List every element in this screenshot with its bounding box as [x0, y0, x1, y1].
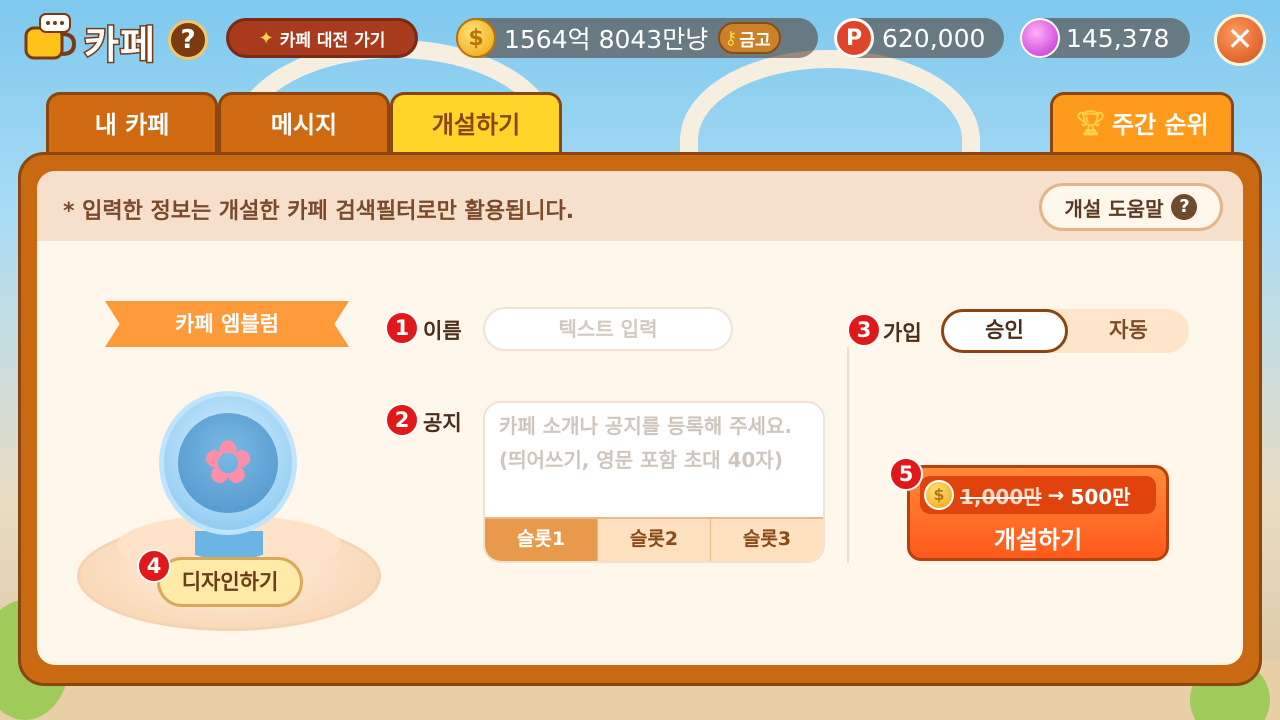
help-button[interactable]: ? [168, 20, 208, 60]
weekly-ranking-label: 주간 순위 [1111, 111, 1209, 139]
cafe-battle-label: 카페 대전 가기 [279, 30, 386, 51]
medal-icon: ✦ [258, 27, 274, 49]
step-badge-4: 4 [137, 549, 171, 583]
close-button[interactable]: ✕ [1214, 14, 1266, 66]
panel-content: * 입력한 정보는 개설한 카페 검색필터로만 활용됩니다. 개설 도움말 ? … [37, 171, 1243, 665]
arrow-right-icon: → [1047, 483, 1065, 507]
points-amount: 620,000 [882, 23, 986, 53]
notice-placeholder: 카페 소개나 공지를 등록해 주세요. (띄어쓰기, 영문 포함 초대 40자) [499, 414, 793, 472]
info-bar: * 입력한 정보는 개설한 카페 검색필터로만 활용됩니다. 개설 도움말 ? [37, 171, 1243, 241]
gold-coin-icon: $ [924, 480, 954, 510]
new-price: 500만 [1070, 484, 1131, 509]
question-icon: ? [1171, 194, 1198, 220]
gold-coin-icon: $ [456, 18, 496, 58]
slot-1-tab[interactable]: 슬롯1 [485, 517, 597, 561]
slot-2-tab[interactable]: 슬롯2 [597, 517, 710, 561]
step-badge-2: 2 [385, 403, 419, 437]
step-badge-3: 3 [847, 313, 881, 347]
emblem-core: ✿ [178, 413, 278, 513]
join-approval-option[interactable]: 승인 [941, 309, 1068, 353]
cafe-name-input[interactable]: 텍스트 입력 [483, 307, 733, 351]
step-badge-5: 5 [889, 457, 923, 491]
vault-label: 금고 [739, 30, 771, 51]
notice-slots: 슬롯1 슬롯2 슬롯3 [485, 517, 823, 561]
create-cafe-panel: * 입력한 정보는 개설한 카페 검색필터로만 활용됩니다. 개설 도움말 ? … [18, 152, 1262, 686]
join-auto-option[interactable]: 자동 [1068, 309, 1189, 353]
section-divider [847, 347, 849, 563]
notice-label: 공지 [423, 411, 462, 435]
step-badge-1: 1 [385, 311, 419, 345]
join-label: 가입 [883, 321, 922, 345]
name-label: 이름 [423, 319, 462, 343]
create-cafe-label: 개설하기 [993, 526, 1083, 554]
emblem-title: 카페 엠블럼 [105, 301, 349, 347]
create-cafe-button[interactable]: $ 1,000만 → 500만 개설하기 [907, 465, 1169, 561]
page-title: 카페 [83, 22, 157, 69]
vault-button[interactable]: ⚷ 금고 [718, 22, 781, 54]
price-row: $ 1,000만 → 500만 [920, 476, 1156, 514]
gold-amount: 1564억 8043만냥 [504, 25, 709, 54]
points-currency: P 620,000 [834, 18, 1004, 58]
key-icon: ⚷ [724, 27, 738, 49]
tab-messages[interactable]: 메시지 [218, 92, 390, 154]
creation-guide-button[interactable]: 개설 도움말 ? [1039, 183, 1223, 231]
tab-weekly-ranking[interactable]: 🏆︎ 주간 순위 [1050, 92, 1234, 154]
points-p-icon: P [834, 18, 874, 58]
cafe-battle-button[interactable]: ✦ 카페 대전 가기 [226, 18, 418, 58]
creation-guide-label: 개설 도움말 [1064, 196, 1164, 221]
trophy-icon: 🏆︎ [1075, 108, 1106, 137]
tab-my-cafe[interactable]: 내 카페 [46, 92, 218, 154]
top-bar: 카페 ? ✦ 카페 대전 가기 $ 1564억 8043만냥 ⚷ 금고 P 62… [0, 0, 1280, 76]
cafe-cup-icon [24, 13, 77, 60]
gem-icon [1020, 18, 1060, 58]
gems-amount: 145,378 [1066, 23, 1170, 53]
gold-currency: $ 1564억 8043만냥 ⚷ 금고 [456, 18, 818, 58]
tab-create[interactable]: 개설하기 [390, 92, 562, 154]
design-emblem-button[interactable]: 디자인하기 [157, 557, 303, 607]
old-price: 1,000만 [960, 484, 1042, 509]
notice-input[interactable]: 카페 소개나 공지를 등록해 주세요. (띄어쓰기, 영문 포함 초대 40자)… [483, 401, 825, 563]
cafe-emblem[interactable]: ✿ [159, 391, 297, 535]
slot-3-tab[interactable]: 슬롯3 [710, 517, 823, 561]
gems-currency: 145,378 [1020, 18, 1190, 58]
cherry-blossom-icon: ✿ [202, 428, 254, 498]
info-text: * 입력한 정보는 개설한 카페 검색필터로만 활용됩니다. [63, 199, 575, 224]
join-mode-toggle: 승인 자동 [941, 309, 1189, 353]
